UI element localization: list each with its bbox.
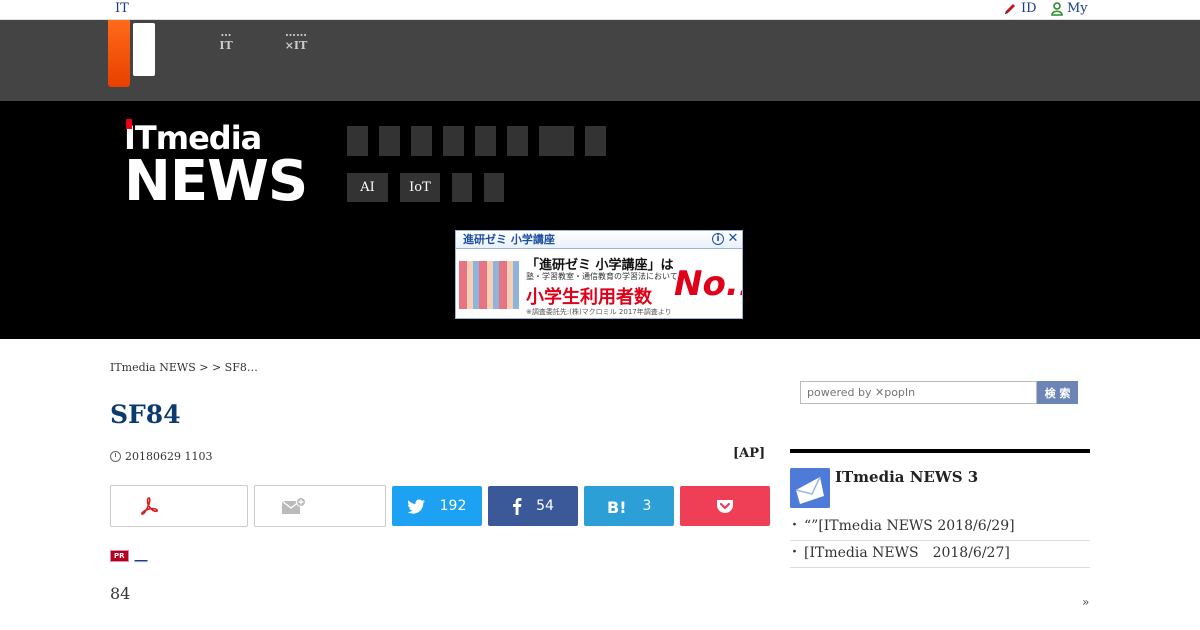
breadcrumb[interactable]: ITmedia NEWS > > SF8… <box>110 361 258 374</box>
pocket-button[interactable] <box>680 486 770 526</box>
ad-no1: No.1 <box>674 264 742 304</box>
article-body: 84 <box>110 584 131 603</box>
facebook-share-count: 54 <box>536 498 554 514</box>
svg-text:B!: B! <box>607 498 627 514</box>
pdf-icon <box>141 497 158 515</box>
facebook-share-button[interactable]: 54 <box>488 486 578 526</box>
header-nav-item-2[interactable]: …… ×IT <box>281 26 311 52</box>
header-nav-item-1-line1: … <box>220 26 232 39</box>
mail-magazine-icon <box>790 468 830 508</box>
pr-link[interactable]: __ <box>135 548 148 563</box>
sidebar-list-item[interactable]: “”[ITmedia NEWS 2018/6/29] <box>788 514 1090 541</box>
search-input[interactable] <box>800 381 1037 404</box>
header-nav-item-1-line2: IT <box>219 39 233 52</box>
brand-it: IT <box>124 119 157 157</box>
nav-item-8[interactable] <box>585 126 606 156</box>
twitter-share-button[interactable]: 192 <box>392 486 482 526</box>
ad-header: 進研ゼミ 小学講座 i ✕ <box>456 231 742 249</box>
header-nav-item-2-line1: …… <box>285 26 307 39</box>
pr-line: PR __ <box>110 548 148 563</box>
itmedia-logo-mark[interactable] <box>133 23 155 76</box>
itmedia-logo-bar[interactable] <box>108 20 130 87</box>
ad-book-image <box>459 261 519 309</box>
ad-line2: 塾・学習教室・通信教育の学習法において <box>526 272 678 281</box>
advertisement-banner[interactable]: 進研ゼミ 小学講座 i ✕ 「進研ゼミ 小学講座」は 塾・学習教室・通信教育の学… <box>455 230 743 319</box>
brand-news: NEWS <box>124 149 308 214</box>
user-icon <box>1051 1 1063 16</box>
site-search: 検 索 <box>800 381 1078 404</box>
header-nav-item-2-line2: ×IT <box>284 39 308 52</box>
nav-item-7[interactable] <box>539 126 574 156</box>
search-button[interactable]: 検 索 <box>1037 381 1078 404</box>
sidebar-list-item[interactable]: [ITmedia NEWS 2018/6/27] <box>788 541 1090 568</box>
my-link-label: My <box>1067 1 1088 16</box>
pocket-icon <box>717 500 733 513</box>
ad-line3: 小学生利用者数 <box>526 287 652 308</box>
article-date-text: 20180629 1103 <box>125 450 213 463</box>
article-source: [AP] <box>733 446 766 461</box>
nav-item-2[interactable] <box>379 126 400 156</box>
mail-add-icon <box>281 497 306 514</box>
nav-item-11[interactable] <box>452 173 472 202</box>
top-utility-bar: IT ID My <box>0 0 1200 20</box>
nav-item-12[interactable] <box>484 173 504 202</box>
hatena-bookmark-button[interactable]: B! 3 <box>584 486 674 526</box>
twitter-icon <box>407 499 425 514</box>
nav-item-ai[interactable]: AI <box>347 173 388 202</box>
my-link[interactable]: My <box>1051 1 1088 16</box>
id-link-label: ID <box>1021 1 1037 16</box>
sidebar-title: ITmedia NEWS 3 <box>835 468 979 486</box>
mail-button[interactable] <box>254 485 386 527</box>
pr-badge: PR <box>110 549 129 562</box>
nav-item-1[interactable] <box>347 126 368 156</box>
header-nav-item-1[interactable]: … IT <box>212 26 240 52</box>
article-date: 20180629 1103 <box>110 450 212 463</box>
itmedia-news-logo[interactable]: ITmedia NEWS <box>124 119 308 214</box>
pdf-button[interactable] <box>110 485 248 527</box>
nav-item-iot[interactable]: IoT <box>400 173 440 202</box>
sidebar-divider <box>790 449 1090 453</box>
twitter-share-count: 192 <box>439 498 467 514</box>
site-link[interactable]: IT <box>115 1 129 16</box>
sidebar-list: “”[ITmedia NEWS 2018/6/29] [ITmedia NEWS… <box>788 514 1090 568</box>
ad-info-icon[interactable]: i <box>712 233 724 245</box>
pencil-icon <box>1005 3 1015 14</box>
nav-item-4[interactable] <box>443 126 464 156</box>
nav-item-5[interactable] <box>475 126 496 156</box>
ad-header-text: 進研ゼミ 小学講座 <box>463 233 555 246</box>
ad-close-icon[interactable]: ✕ <box>726 232 740 246</box>
clock-icon <box>110 451 121 462</box>
facebook-icon <box>513 498 522 515</box>
sidebar-more-link[interactable]: » <box>1082 595 1089 609</box>
hatena-share-count: 3 <box>642 498 652 514</box>
ad-note: ※調査委託先:(株)マクロミル 2017年調査より <box>526 308 672 316</box>
global-header <box>0 20 1200 101</box>
nav-item-3[interactable] <box>411 126 432 156</box>
nav-item-6[interactable] <box>507 126 528 156</box>
id-link[interactable]: ID <box>1003 1 1037 16</box>
article-title: SF84 <box>110 400 181 429</box>
hatena-bookmark-icon: B! <box>607 498 627 514</box>
